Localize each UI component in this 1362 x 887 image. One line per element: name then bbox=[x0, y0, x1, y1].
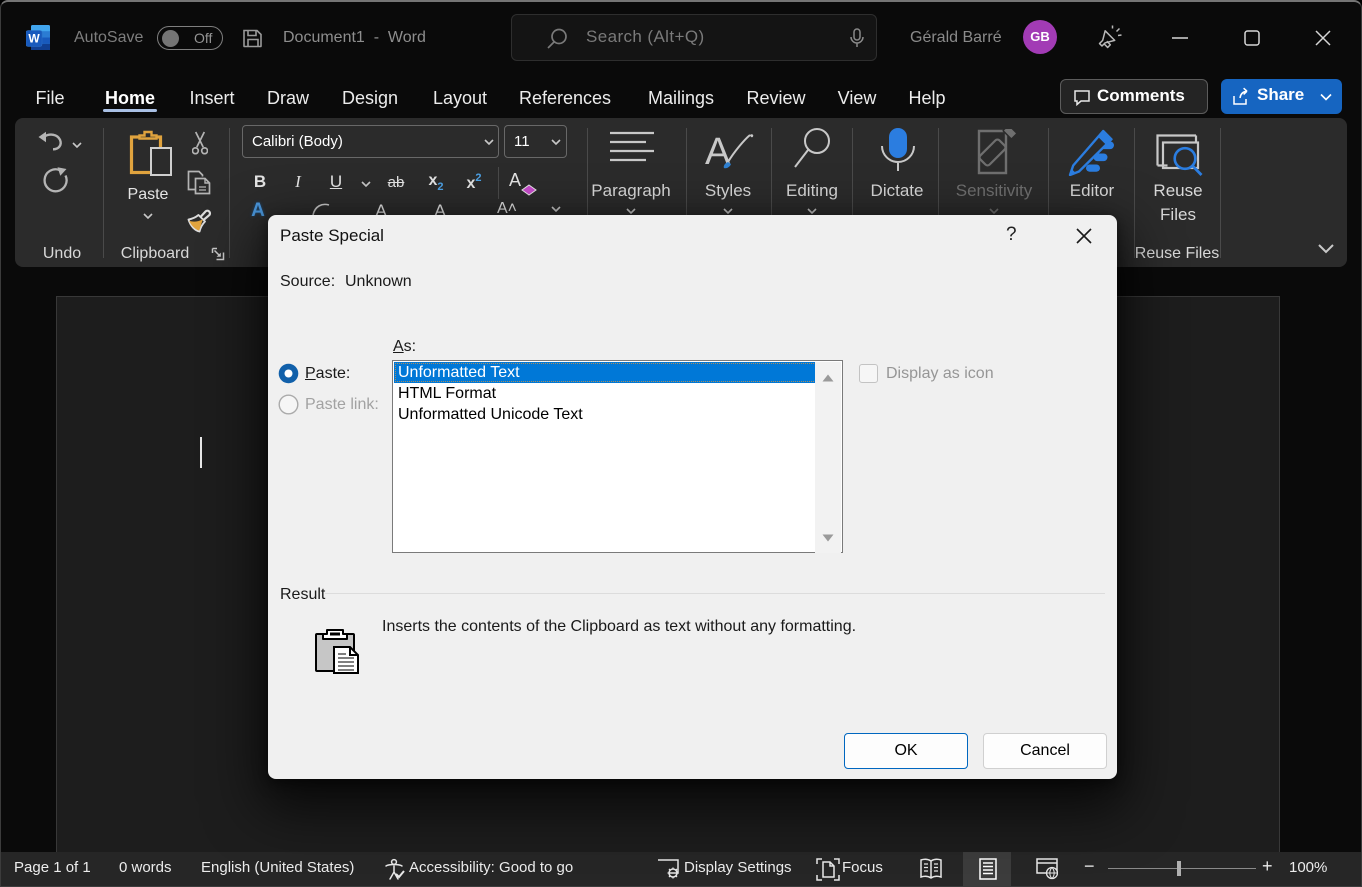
svg-text:W: W bbox=[28, 32, 40, 46]
